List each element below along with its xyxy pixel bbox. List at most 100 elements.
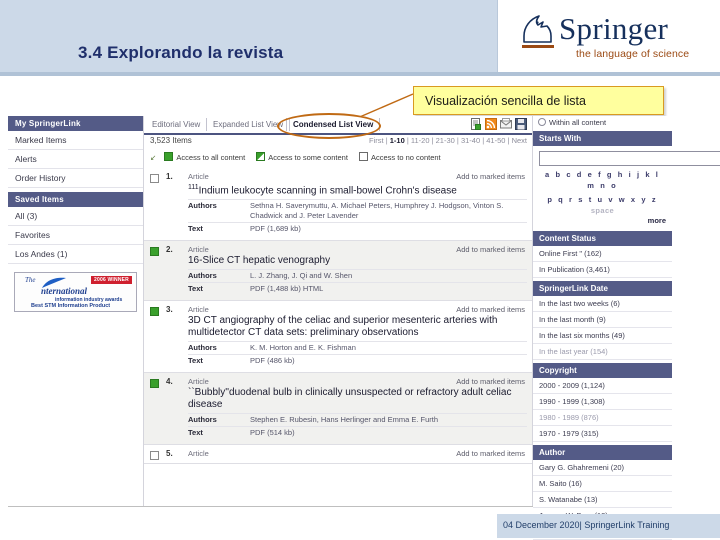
result-authors-label: Authors <box>188 343 217 353</box>
tab-editorial-view[interactable]: Editorial View <box>146 118 208 131</box>
result-text-value[interactable]: PDF (1,689 kb) <box>250 224 301 234</box>
sort-arrow-icon[interactable]: ↙ <box>150 153 156 162</box>
footer-text: 04 December 2020| SpringerLink Training <box>503 520 670 530</box>
result-authors-label: Authors <box>188 201 217 211</box>
add-to-marked-items-link[interactable]: Add to marked items <box>456 172 525 181</box>
add-to-marked-items-link[interactable]: Add to marked items <box>456 377 525 386</box>
alpha-space-label[interactable]: space <box>591 206 614 215</box>
view-tabs: Editorial View Expanded List View Conden… <box>144 113 533 139</box>
result-text-row: Text PDF (486 kb) <box>188 354 527 367</box>
result-number: 2. <box>166 245 173 255</box>
result-title[interactable]: 3D CT angiography of the celiac and supe… <box>188 314 527 339</box>
sidebar-item-marked-items[interactable]: Marked Items <box>8 131 143 150</box>
table-row[interactable]: 5. Add to marked items Article <box>144 445 533 465</box>
table-row[interactable]: 4. Add to marked items Article ``Bubbly'… <box>144 373 533 446</box>
result-text-value[interactable]: PDF (486 kb) <box>250 356 295 366</box>
award-badge-line3: Best STM Information Product <box>31 303 111 309</box>
within-all-content-option[interactable]: Within all content <box>533 116 672 131</box>
alpha-letters-2: p q r s t u v w x y z <box>547 195 658 204</box>
facet-copyright-1970s[interactable]: 1970 - 1979 (315) <box>533 426 672 442</box>
facet-heading-starts-with: Starts With <box>533 131 672 146</box>
within-all-content-label: Within all content <box>549 118 607 127</box>
page-title: 3.4 Explorando la revista <box>78 43 284 62</box>
sidebar-item-los-andes[interactable]: Los Andes (1) <box>8 245 143 264</box>
sidebar-item-favorites[interactable]: Favorites <box>8 226 143 245</box>
legend-some-label: Access to some content <box>268 153 348 162</box>
radio-icon[interactable] <box>538 118 546 126</box>
result-title-text: 3D CT angiography of the celiac and supe… <box>188 315 498 339</box>
facet-date-month[interactable]: In the last month (9) <box>533 312 672 328</box>
legend-swatch-all <box>164 152 174 161</box>
facet-heading-copyright: Copyright <box>533 363 672 378</box>
starts-with-input-row: Go <box>539 151 720 166</box>
result-text-value[interactable]: PDF (514 kb) <box>250 428 295 438</box>
sidebar-item-order-history[interactable]: Order History <box>8 169 143 188</box>
header-divider <box>0 72 720 76</box>
alpha-index-row-2[interactable]: p q r s t u v w x y z space <box>539 194 666 216</box>
access-legend: ↙ Access to all content Access to some c… <box>144 152 533 166</box>
facet-date-two-weeks[interactable]: In the last two weeks (6) <box>533 296 672 312</box>
facet-author-2[interactable]: M. Saito (16) <box>533 476 672 492</box>
result-title[interactable]: 111Indium leukocyte scanning in small-bo… <box>188 181 527 197</box>
award-badge-the: The <box>25 276 36 284</box>
facet-copyright-1990s[interactable]: 1990 - 1999 (1,308) <box>533 394 672 410</box>
table-row[interactable]: 3. Add to marked items Article 3D CT ang… <box>144 301 533 374</box>
item-count: 3,523 Items <box>150 136 192 145</box>
pager-first[interactable]: First <box>369 136 384 145</box>
pager-page-2[interactable]: 11-20 <box>411 136 430 145</box>
facet-copyright-2000s[interactable]: 2000 - 2009 (1,124) <box>533 378 672 394</box>
result-checkbox[interactable] <box>150 247 159 257</box>
sidebar-item-alerts[interactable]: Alerts <box>8 150 143 169</box>
result-text-row: Text PDF (514 kb) <box>188 426 527 439</box>
facet-author-3[interactable]: S. Watanabe (13) <box>533 492 672 508</box>
facet-date-year[interactable]: In the last year (154) <box>533 344 672 360</box>
facet-heading-author: Author <box>533 445 672 460</box>
starts-with-input[interactable] <box>539 151 720 166</box>
pager-page-3[interactable]: 21-30 <box>436 136 455 145</box>
result-meta: Authors Sethna H. Saverymuttu, A. Michae… <box>188 199 527 235</box>
result-title[interactable]: ``Bubbly''duodenal bulb in clinically un… <box>188 386 527 411</box>
alpha-more-link[interactable]: more <box>539 216 666 225</box>
table-row[interactable]: 1. Add to marked items Article 111Indium… <box>144 168 533 242</box>
pager-next[interactable]: Next <box>512 136 527 145</box>
result-authors-value: K. M. Horton and E. K. Fishman <box>250 343 356 353</box>
starts-with-panel: Go a b c d e f g h i j k l m n o p q r s… <box>533 146 720 231</box>
export-citation-icon[interactable] <box>470 118 482 130</box>
result-text-value[interactable]: PDF (1,488 kb) HTML <box>250 284 323 294</box>
save-icon[interactable] <box>515 118 527 130</box>
alpha-index-row-1[interactable]: a b c d e f g h i j k l m n o <box>539 169 666 191</box>
springer-knight-icon <box>523 15 552 43</box>
sidebar-item-all[interactable]: All (3) <box>8 207 143 226</box>
pager-page-5[interactable]: 41-50 <box>486 136 505 145</box>
springer-logo: Springer the language of science <box>521 11 711 66</box>
result-checkbox[interactable] <box>150 174 159 183</box>
pager-page-4[interactable]: 31-40 <box>461 136 480 145</box>
result-authors-row: Authors Sethna H. Saverymuttu, A. Michae… <box>188 199 527 222</box>
pagination[interactable]: First | 1-10 | 11-20 | 21-30 | 31-40 | 4… <box>369 136 527 145</box>
result-title[interactable]: 16-Slice CT hepatic venography <box>188 254 527 267</box>
result-text-row: Text PDF (1,689 kb) <box>188 222 527 235</box>
facet-content-status-online-first[interactable]: Online First " (162) <box>533 246 672 262</box>
facet-content-status-in-publication[interactable]: In Publication (3,461) <box>533 262 672 278</box>
facet-author-1[interactable]: Gary G. Ghahremeni (20) <box>533 460 672 476</box>
left-sidebar: My SpringerLink Marked Items Alerts Orde… <box>8 116 143 506</box>
result-checkbox[interactable] <box>150 451 159 461</box>
add-to-marked-items-link[interactable]: Add to marked items <box>456 449 525 458</box>
table-row[interactable]: 2. Add to marked items Article 16-Slice … <box>144 241 533 302</box>
result-checkbox[interactable] <box>150 379 159 389</box>
add-to-marked-items-link[interactable]: Add to marked items <box>456 245 525 254</box>
result-authors-label: Authors <box>188 271 217 281</box>
result-title-text: Indium leukocyte scanning in small-bowel… <box>198 185 457 197</box>
pager-page-current[interactable]: 1-10 <box>390 136 405 145</box>
facet-date-six-months[interactable]: In the last six months (49) <box>533 328 672 344</box>
rss-feed-icon[interactable] <box>485 118 497 130</box>
legend-swatch-none <box>359 152 368 161</box>
email-icon[interactable] <box>500 118 512 130</box>
add-to-marked-items-link[interactable]: Add to marked items <box>456 305 525 314</box>
legend-none-label: Access to no content <box>371 153 441 162</box>
results-list: 1. Add to marked items Article 111Indium… <box>144 168 533 465</box>
result-checkbox[interactable] <box>150 307 159 317</box>
result-number: 4. <box>166 377 173 387</box>
facet-copyright-1980s[interactable]: 1980 - 1989 (876) <box>533 410 672 426</box>
result-text-row: Text PDF (1,488 kb) HTML <box>188 282 527 295</box>
